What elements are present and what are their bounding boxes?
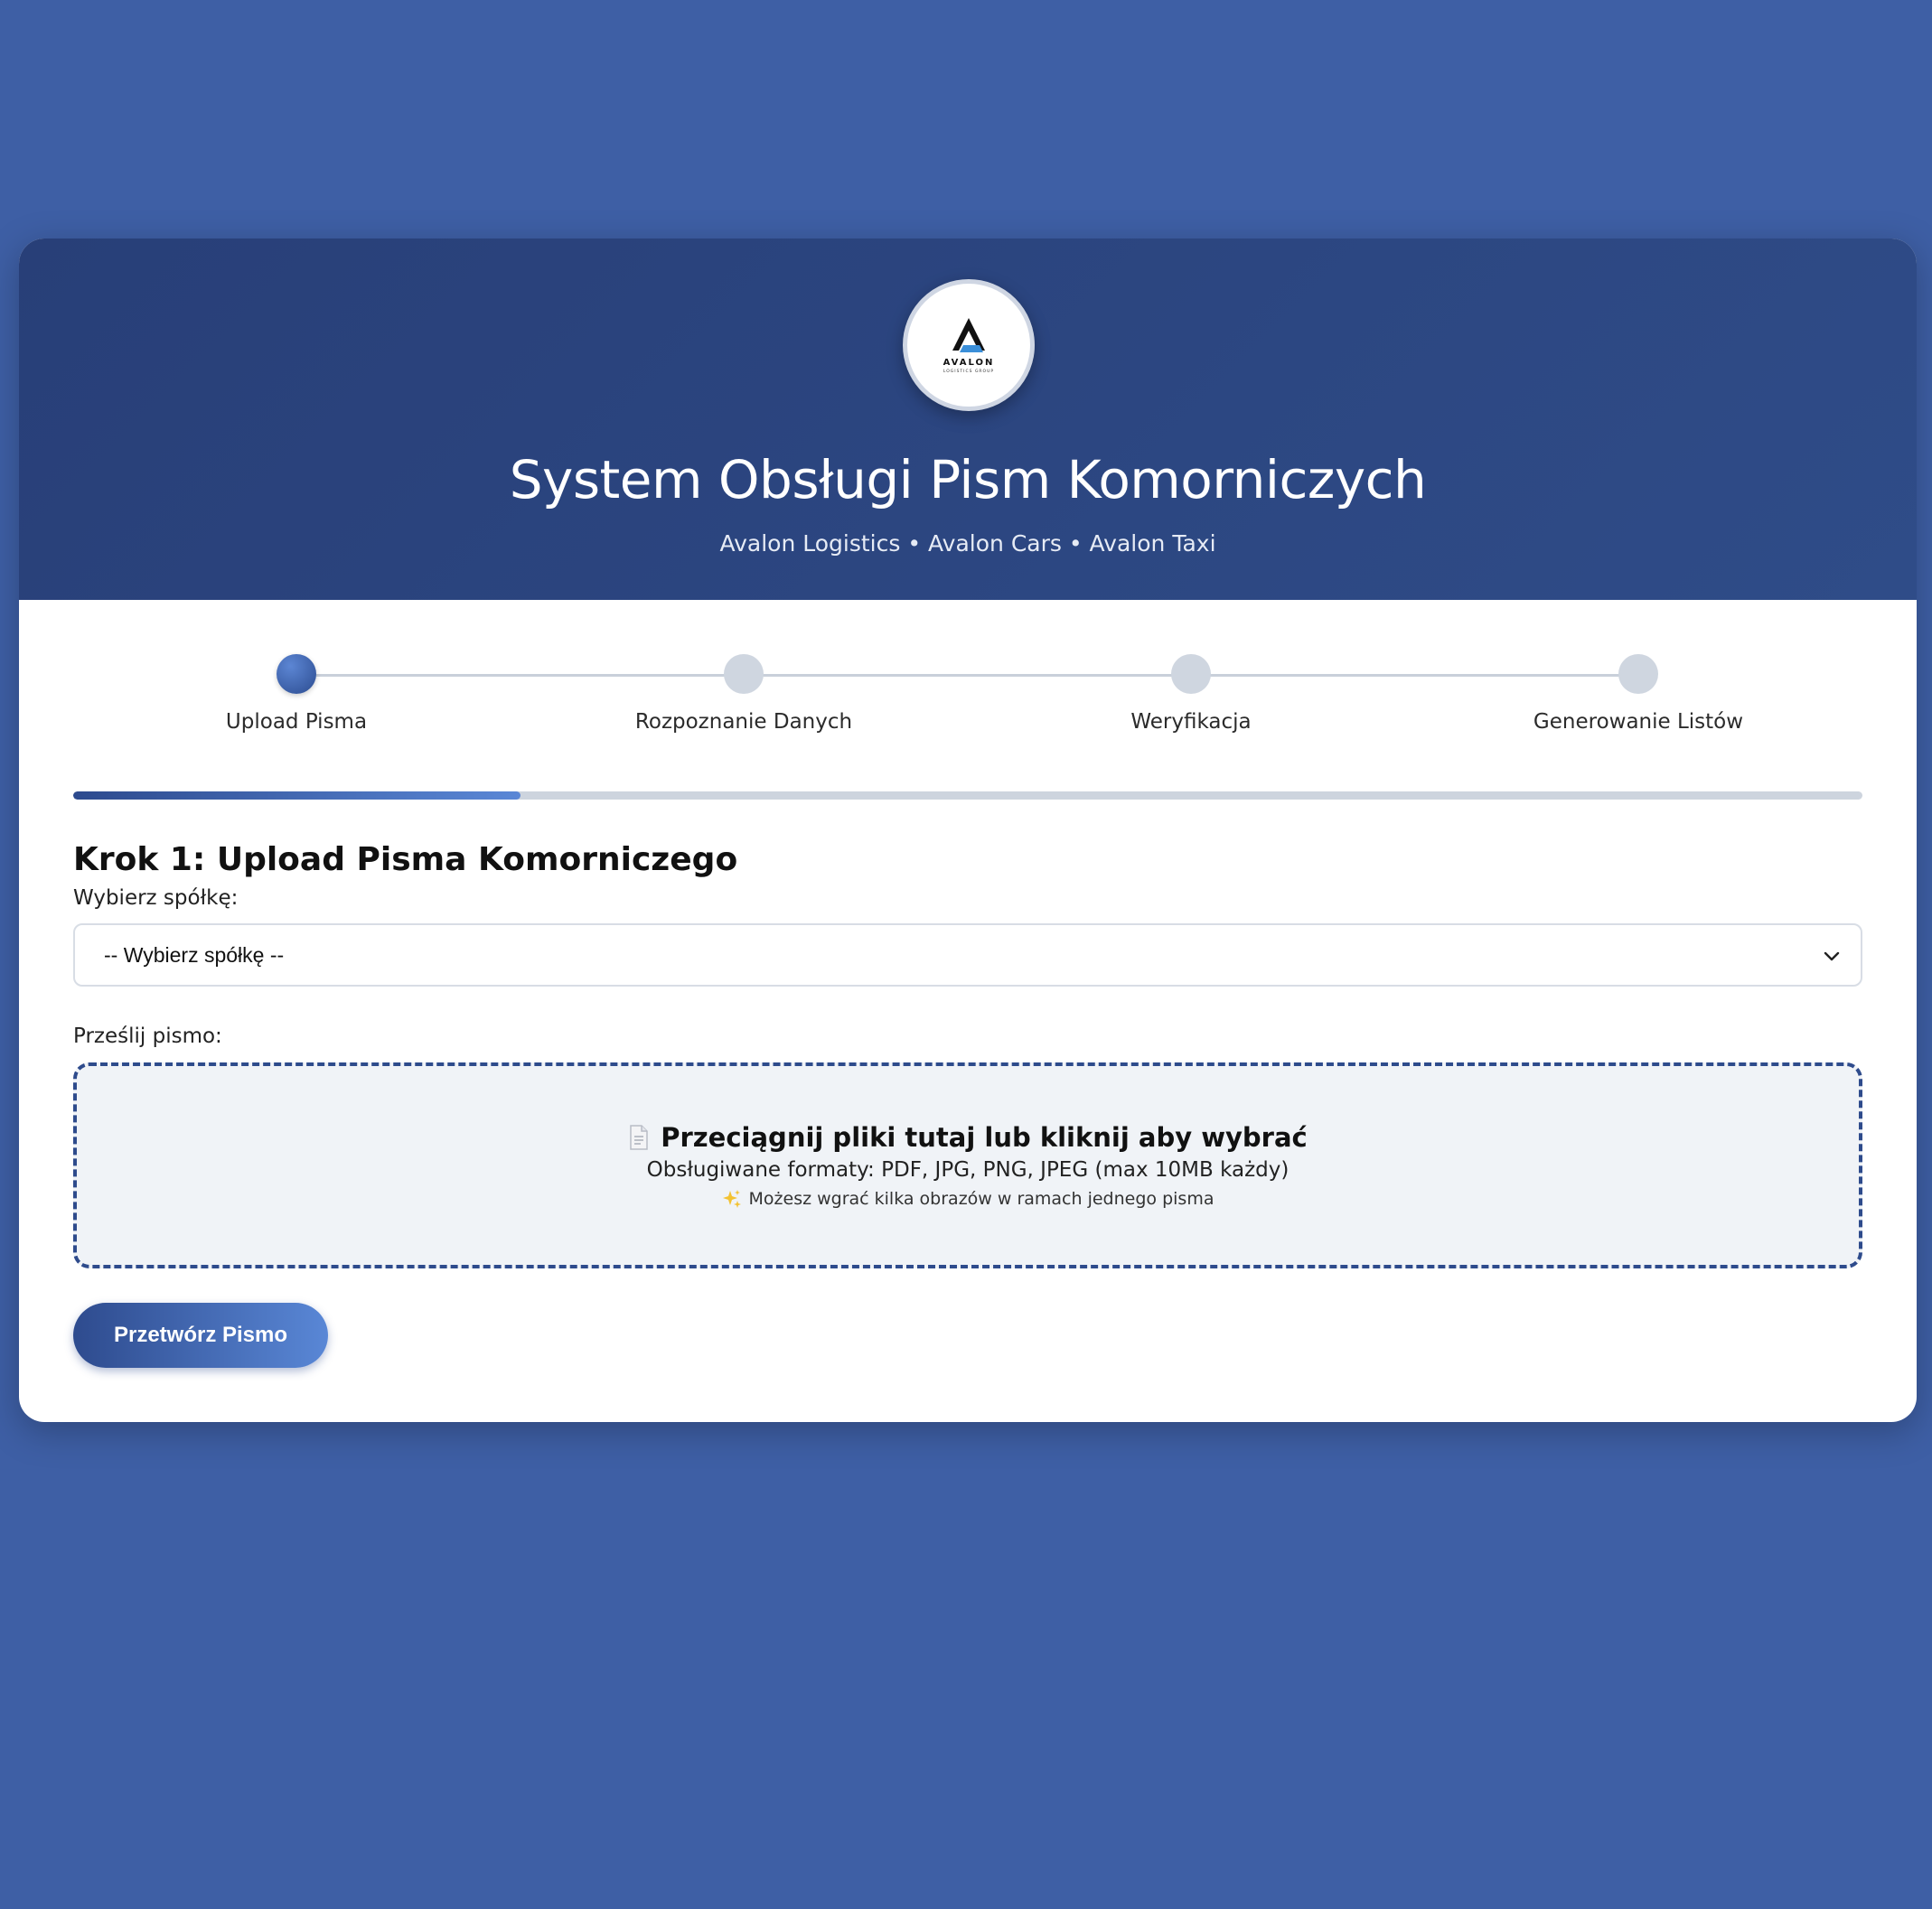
dropzone-main-text: Przeciągnij pliki tutaj lub kliknij aby … <box>661 1122 1308 1153</box>
company-select[interactable]: -- Wybierz spółkę -- <box>73 923 1862 987</box>
sparkles-icon <box>722 1190 741 1208</box>
upload-label: Prześlij pismo: <box>73 1025 222 1048</box>
step-recognition: Rozpoznanie Danych <box>608 654 879 734</box>
main-card: AVALON LOGISTICS GROUP System Obsługi Pi… <box>19 239 1917 1422</box>
dropzone-hint-text: Możesz wgrać kilka obrazów w ramach jedn… <box>748 1189 1215 1209</box>
wizard-steps: Upload Pisma Rozpoznanie Danych Weryfika… <box>73 654 1862 763</box>
step-indicator <box>1171 654 1211 694</box>
step-verification: Weryfikacja <box>1055 654 1327 734</box>
company-label: Wybierz spółkę: <box>73 886 239 910</box>
progress-bar <box>73 791 1862 800</box>
step-upload: Upload Pisma <box>161 654 432 734</box>
process-letter-button[interactable]: Przetwórz Pismo <box>73 1303 328 1368</box>
avalon-logo: AVALON LOGISTICS GROUP <box>903 279 1035 411</box>
step-title: Krok 1: Upload Pisma Komorniczego <box>73 841 738 878</box>
steps-connector-line <box>296 674 1638 677</box>
step-indicator-active <box>277 654 316 694</box>
avalon-logo-icon: AVALON LOGISTICS GROUP <box>943 318 995 374</box>
step-letters: Generowanie Listów <box>1503 654 1774 734</box>
document-icon <box>630 1125 648 1150</box>
step-label: Generowanie Listów <box>1533 710 1744 734</box>
chevron-down-icon <box>1824 951 1840 961</box>
step-label: Upload Pisma <box>225 710 368 734</box>
header: AVALON LOGISTICS GROUP System Obsługi Pi… <box>19 239 1917 600</box>
file-dropzone[interactable]: Przeciągnij pliki tutaj lub kliknij aby … <box>73 1062 1862 1268</box>
dropzone-formats: Obsługiwane formaty: PDF, JPG, PNG, JPEG… <box>646 1158 1290 1182</box>
progress-bar-fill <box>73 791 521 800</box>
step-indicator <box>724 654 764 694</box>
page-title: System Obsługi Pism Komorniczych <box>509 449 1427 510</box>
svg-text:AVALON: AVALON <box>943 358 995 368</box>
step-label: Rozpoznanie Danych <box>634 710 853 734</box>
step-label: Weryfikacja <box>1130 710 1252 734</box>
svg-text:LOGISTICS GROUP: LOGISTICS GROUP <box>943 369 994 374</box>
company-select-value: -- Wybierz spółkę -- <box>104 943 285 967</box>
step-indicator <box>1618 654 1658 694</box>
dropzone-main: Przeciągnij pliki tutaj lub kliknij aby … <box>77 1122 1859 1153</box>
page-subtitle: Avalon Logistics • Avalon Cars • Avalon … <box>719 530 1216 557</box>
dropzone-hint: Możesz wgrać kilka obrazów w ramach jedn… <box>77 1189 1859 1209</box>
